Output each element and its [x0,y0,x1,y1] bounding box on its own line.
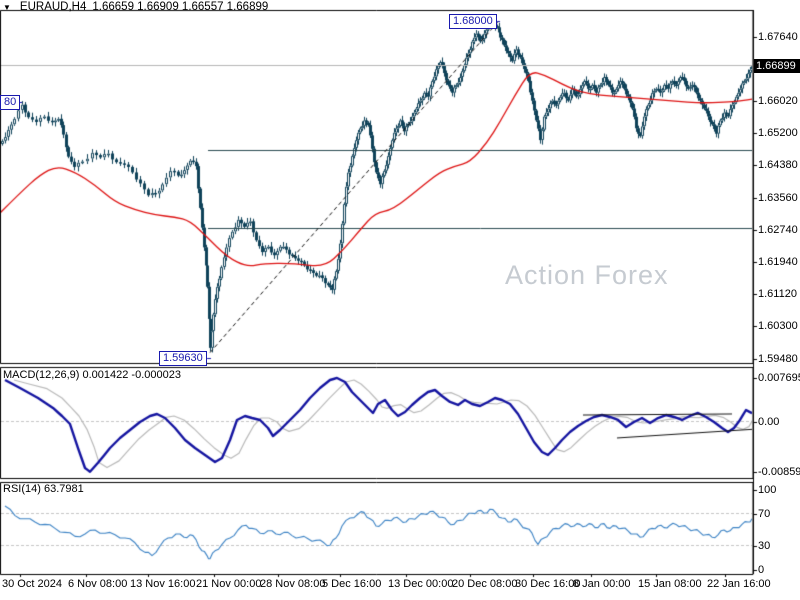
time-axis-label: 21 Nov 00:00 [196,578,262,590]
time-axis-label: 13 Dec 00:00 [388,578,454,590]
price-axis-label: 1.61120 [758,288,797,300]
macd-axis-label: 0.00 [758,416,780,428]
macd-axis-label: 0.007695 [758,372,800,384]
macd-axis-label: -0.008599 [758,466,800,478]
time-axis-label: 8 Jan 00:00 [573,578,631,590]
rsi-axis-label: 30 [758,540,771,552]
price-axis-label: 1.62740 [758,224,798,236]
price-axis-label: 1.61940 [758,256,798,268]
time-axis-label: 15 Jan 08:00 [638,578,702,590]
price-axis-label: 1.65200 [758,127,798,139]
time-axis-label: 6 Nov 08:00 [68,578,128,590]
price-axis-label: 1.59480 [758,353,798,365]
chart-window: ▼ EURAUD,H4 1.66659 1.66909 1.66557 1.66… [0,0,800,600]
price-axis-label: 1.64380 [758,159,798,171]
rsi-axis-label: 70 [758,508,771,520]
current-price-tag: 1.66899 [754,59,800,73]
time-axis-label: 13 Nov 16:00 [130,578,196,590]
price-object-label[interactable]: 1.68000 [449,14,497,29]
rsi-axis-label: 0 [758,564,765,576]
symbol-title: EURAUD,H4 [19,1,87,13]
time-axis-label: 30 Dec 16:00 [515,578,581,590]
macd-panel-label: MACD(12,26,9) 0.001422 -0.000023 [3,369,181,381]
price-axis-label: 1.63560 [758,192,798,204]
rsi-axis-label: 100 [758,484,777,496]
time-axis-label: 5 Dec 16:00 [322,578,382,590]
time-axis-label: 22 Jan 16:00 [707,578,771,590]
price-axis-label: 1.66020 [758,95,798,107]
chart-title-row: ▼ EURAUD,H4 1.66659 1.66909 1.66557 1.66… [3,1,268,13]
quote-ohlc: 1.66659 1.66909 1.66557 1.66899 [92,1,269,13]
watermark: Action Forex [505,260,669,290]
time-axis-label: 30 Oct 2024 [2,578,62,590]
time-axis-label: 28 Nov 08:00 [260,578,326,590]
price-object-label[interactable]: 80 [0,95,21,110]
symbol-dropdown-icon[interactable]: ▼ [3,2,11,13]
chart-canvas[interactable] [0,0,800,600]
rsi-panel-label: RSI(14) 63.7981 [3,483,84,495]
price-axis-label: 1.67640 [758,31,798,43]
price-axis-label: 1.60300 [758,320,798,332]
price-object-label[interactable]: 1.59630 [159,351,207,366]
time-axis-label: 20 Dec 08:00 [452,578,518,590]
